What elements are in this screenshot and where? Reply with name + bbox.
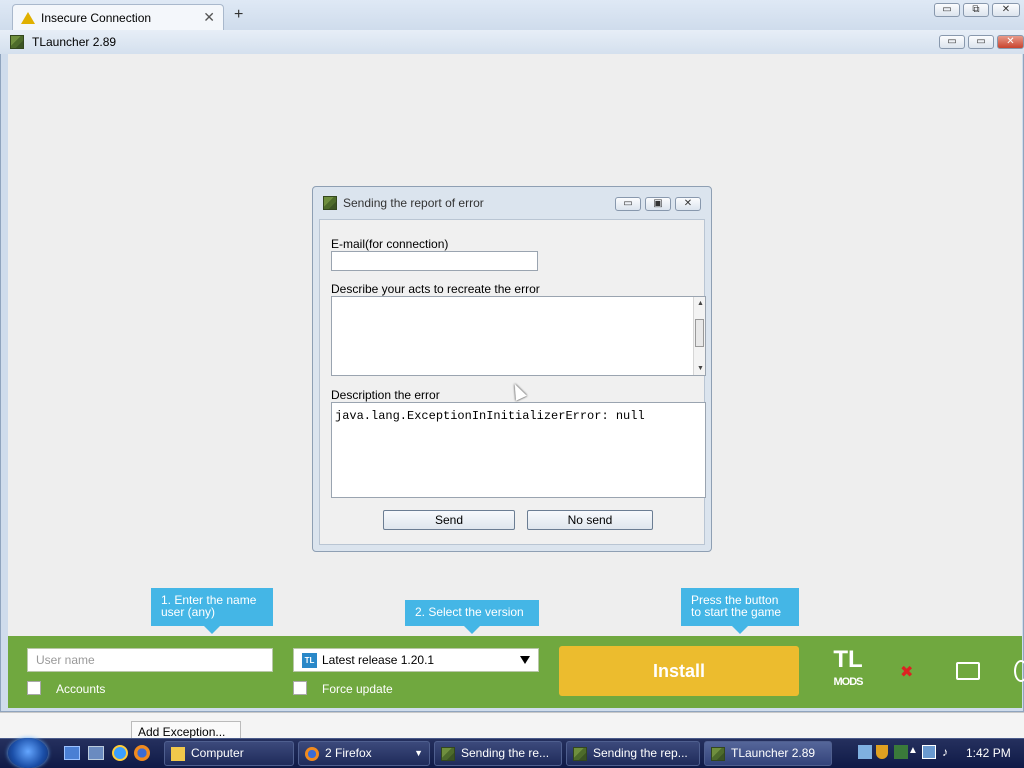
- tl-mods-logo-bottom: MODS: [833, 676, 864, 688]
- tip-start-game: Press the button to start the game: [681, 588, 799, 634]
- tray-app-icon[interactable]: [894, 745, 908, 759]
- switch-windows-icon[interactable]: [88, 746, 104, 760]
- shield-icon[interactable]: [876, 745, 888, 759]
- add-exception-button[interactable]: Add Exception...: [131, 721, 241, 739]
- send-button[interactable]: Send: [383, 510, 515, 530]
- window-maximize-button[interactable]: ▭: [968, 35, 994, 49]
- tip-select-version: 2. Select the version: [405, 600, 539, 634]
- scroll-up-icon[interactable]: ▲: [697, 300, 704, 307]
- tray-network-icon[interactable]: [858, 745, 872, 759]
- dialog-minimize-button[interactable]: ▭: [615, 197, 641, 211]
- scroll-thumb[interactable]: [695, 319, 704, 347]
- accounts-label: Accounts: [56, 682, 106, 696]
- chevron-down-icon[interactable]: [520, 656, 530, 664]
- network-icon[interactable]: [922, 745, 936, 759]
- browser-page-area: Add Exception...: [0, 712, 1024, 739]
- taskbar-sending-2[interactable]: Sending the rep...: [566, 741, 700, 766]
- minecraft-block-icon: [711, 747, 725, 761]
- email-field[interactable]: [331, 251, 538, 271]
- error-report-dialog: Sending the report of error ▭ ▣ ✕ E-mail…: [312, 186, 712, 552]
- taskbar-sending-1-label: Sending the re...: [461, 746, 550, 760]
- scroll-down-icon[interactable]: ▼: [697, 365, 704, 372]
- force-update-label: Force update: [322, 682, 393, 696]
- minecraft-block-icon: [10, 35, 24, 49]
- taskbar-computer[interactable]: Computer: [164, 741, 294, 766]
- taskbar-sending-2-label: Sending the rep...: [593, 746, 688, 760]
- folder-icon: [171, 747, 185, 761]
- dialog-body: E-mail(for connection) Describe your act…: [319, 219, 706, 545]
- taskbar-tlauncher-label: TLauncher 2.89: [731, 746, 816, 760]
- dialog-title: Sending the report of error: [343, 196, 484, 210]
- firefox-icon[interactable]: [134, 745, 150, 761]
- tip-enter-name: 1. Enter the name user (any): [151, 588, 273, 634]
- describe-textarea[interactable]: ▲ ▼: [331, 296, 706, 376]
- tl-mods-logo-top: TL: [833, 646, 863, 673]
- email-label: E-mail(for connection): [331, 237, 449, 251]
- install-button[interactable]: Install: [559, 646, 799, 696]
- firefox-icon: [305, 747, 319, 761]
- tl-version-icon: TL: [302, 653, 317, 668]
- browser-restore-button[interactable]: ⧉: [963, 3, 989, 17]
- gear-icon[interactable]: [1014, 660, 1024, 682]
- warning-icon: [21, 11, 35, 24]
- minecraft-block-icon: [323, 196, 337, 210]
- taskbar-clock[interactable]: 1:42 PM: [966, 746, 1011, 760]
- volume-icon[interactable]: ♪: [942, 745, 956, 759]
- browser-close-button[interactable]: ✕: [992, 3, 1020, 17]
- browser-tab-title: Insecure Connection: [41, 10, 152, 25]
- new-tab-button[interactable]: +: [234, 6, 243, 24]
- internet-explorer-icon[interactable]: [112, 745, 128, 761]
- window-close-button[interactable]: ✕: [997, 35, 1024, 49]
- window-title: TLauncher 2.89: [32, 35, 117, 49]
- show-desktop-icon[interactable]: [64, 746, 80, 760]
- chevron-down-icon: ▼: [414, 748, 423, 758]
- show-hidden-icons[interactable]: ▲: [908, 745, 918, 759]
- minecraft-block-icon: [441, 747, 455, 761]
- version-value: Latest release 1.20.1: [322, 653, 435, 667]
- taskbar-tlauncher[interactable]: TLauncher 2.89: [704, 741, 832, 766]
- taskbar-sending-1[interactable]: Sending the re...: [434, 741, 562, 766]
- describe-scrollbar[interactable]: ▲ ▼: [693, 297, 705, 375]
- browser-minimize-button[interactable]: ▭: [934, 3, 960, 17]
- tl-mods-button[interactable]: TL MODS: [827, 648, 869, 696]
- tlauncher-titlebar: TLauncher 2.89: [0, 30, 1024, 54]
- browser-tab[interactable]: Insecure Connection ✕: [12, 4, 224, 30]
- no-send-button[interactable]: No send: [527, 510, 653, 530]
- version-select[interactable]: TL Latest release 1.20.1: [293, 648, 539, 672]
- error-label: Description the error: [331, 388, 440, 402]
- close-tab-icon[interactable]: ✕: [203, 9, 215, 26]
- dialog-close-button[interactable]: ✕: [675, 197, 701, 211]
- cancel-x-icon[interactable]: ✖: [900, 662, 913, 682]
- error-description-field[interactable]: java.lang.ExceptionInInitializerError: n…: [331, 402, 706, 498]
- username-input[interactable]: User name: [27, 648, 273, 672]
- describe-label: Describe your acts to recreate the error: [331, 282, 540, 296]
- window-minimize-button[interactable]: ▭: [939, 35, 965, 49]
- taskbar-firefox-label: 2 Firefox: [325, 746, 372, 760]
- force-update-checkbox[interactable]: [293, 681, 307, 695]
- launcher-bottom-bar: [8, 636, 1022, 708]
- dialog-maximize-button[interactable]: ▣: [645, 197, 671, 211]
- taskbar-computer-label: Computer: [191, 746, 244, 760]
- accounts-checkbox[interactable]: [27, 681, 41, 695]
- start-button[interactable]: [8, 738, 48, 768]
- minecraft-block-icon: [573, 747, 587, 761]
- folder-icon[interactable]: [956, 662, 980, 680]
- taskbar-firefox[interactable]: 2 Firefox ▼: [298, 741, 430, 766]
